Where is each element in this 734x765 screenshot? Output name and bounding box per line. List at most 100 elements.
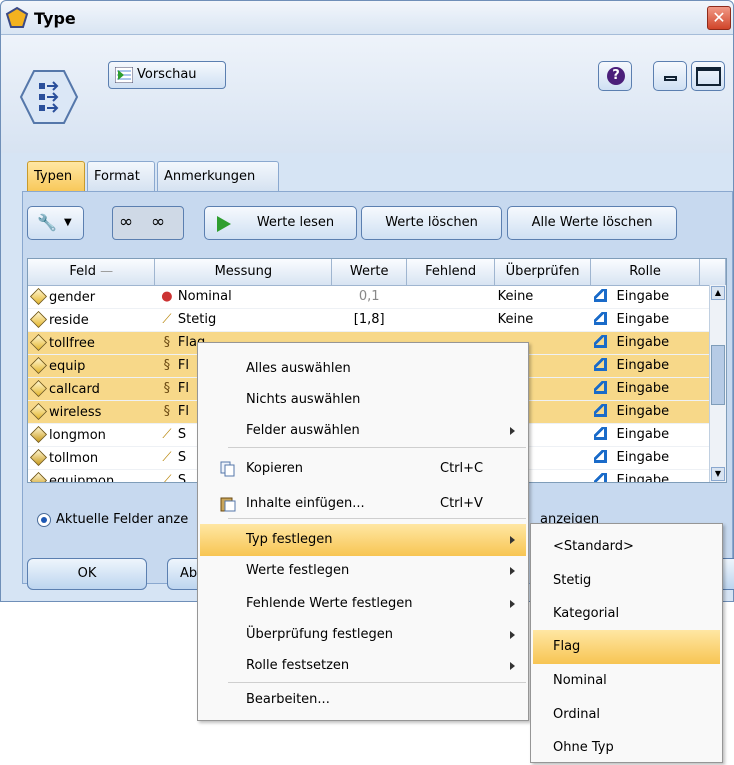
tools-dropdown-button[interactable]: 🔧 ▼ (27, 206, 84, 240)
measure-value: Fl (177, 358, 190, 373)
check-cell[interactable]: Keine (494, 285, 591, 309)
tab-typen[interactable]: Typen (27, 161, 85, 191)
measure-value: Fl (177, 381, 190, 396)
input-role-icon (593, 358, 607, 371)
field-cell[interactable]: tollmon (28, 446, 155, 470)
field-cell[interactable]: equip (28, 354, 155, 378)
field-name: wireless (49, 404, 102, 420)
read-values-button[interactable]: Werte lesen (204, 206, 357, 240)
column-header-field[interactable]: Feld — (28, 259, 156, 286)
string-field-icon (30, 333, 47, 351)
measure-cell[interactable]: ● Nominal (154, 285, 332, 309)
current-fields-radio[interactable] (37, 513, 51, 527)
role-cell[interactable]: Eingabe (590, 331, 700, 355)
string-field-icon (30, 402, 47, 420)
submenu-item[interactable]: <Standard> (533, 530, 720, 564)
menu-item-label: Überprüfung festlegen (246, 627, 393, 642)
context-menu-item[interactable]: Kopieren Ctrl+C (200, 453, 526, 485)
preview-button[interactable]: Vorschau (108, 61, 226, 89)
menu-item-shortcut: Ctrl+V (440, 496, 483, 511)
preview-icon (115, 67, 133, 83)
numeric-field-icon (30, 448, 47, 466)
role-cell[interactable]: Eingabe (590, 446, 700, 470)
numeric-field-icon (30, 425, 47, 443)
continuous-icon: ⟋ (162, 450, 172, 465)
help-button[interactable]: ? (598, 61, 632, 91)
values-cell[interactable]: 0,1 (331, 285, 407, 309)
role-cell[interactable]: Eingabe (590, 400, 700, 424)
field-cell[interactable]: callcard (28, 377, 155, 401)
context-menu-item[interactable]: Fehlende Werte festlegen (200, 588, 526, 620)
column-header-measure[interactable]: Messung (154, 259, 333, 286)
scroll-thumb[interactable] (711, 345, 725, 405)
menu-separator (228, 682, 526, 683)
role-cell[interactable]: Eingabe (590, 285, 700, 309)
menu-item-label: Fehlende Werte festlegen (246, 596, 413, 611)
context-menu-item[interactable]: Überprüfung festlegen (200, 619, 526, 651)
nominal-icon: ● (161, 289, 173, 304)
scroll-up-icon[interactable]: ▲ (711, 286, 725, 300)
role-value: Eingabe (616, 427, 670, 442)
table-scrollbar[interactable]: ▲ ▼ (709, 285, 726, 482)
column-header-values[interactable]: Werte (331, 259, 408, 286)
submenu-item[interactable]: Ohne Typ (533, 731, 720, 765)
context-menu-item[interactable]: Inhalte einfügen... Ctrl+V (200, 488, 526, 520)
role-cell[interactable]: Eingabe (590, 354, 700, 378)
context-menu-item[interactable]: Bearbeiten... (200, 684, 526, 716)
context-menu-item[interactable]: Felder auswählen (200, 415, 526, 447)
tab-format[interactable]: Format (87, 161, 155, 191)
table-row[interactable]: reside ⟋ Stetig [1,8] Keine Eingabe (28, 308, 726, 332)
paste-icon (220, 497, 236, 512)
field-name: equip (49, 358, 86, 374)
title-bar[interactable]: Type ✕ (1, 1, 733, 35)
tab-anmerkungen[interactable]: Anmerkungen (157, 161, 279, 191)
column-header-missing[interactable]: Fehlend (406, 259, 496, 286)
scroll-down-icon[interactable]: ▼ (711, 467, 725, 481)
ok-button[interactable]: OK (27, 558, 147, 590)
input-role-icon (593, 404, 607, 417)
values-cell[interactable]: [1,8] (331, 308, 407, 332)
table-row[interactable]: gender ● Nominal 0,1 Keine Eingabe (28, 285, 726, 309)
missing-cell[interactable] (406, 285, 495, 309)
role-cell[interactable]: Eingabe (590, 308, 700, 332)
field-cell[interactable]: equipmon (28, 469, 155, 482)
context-menu-item[interactable]: Typ festlegen (200, 524, 526, 556)
context-menu-item[interactable]: Nichts auswählen (200, 384, 526, 416)
check-cell[interactable]: Keine (494, 308, 591, 332)
close-button[interactable]: ✕ (707, 6, 731, 30)
measure-cell[interactable]: ⟋ Stetig (154, 308, 332, 332)
context-menu-item[interactable]: Werte festlegen (200, 555, 526, 587)
submenu-item[interactable]: Flag (533, 630, 720, 664)
clear-values-button[interactable]: Werte löschen (361, 206, 502, 240)
field-cell[interactable]: longmon (28, 423, 155, 447)
menu-item-label: Typ festlegen (246, 532, 333, 547)
context-menu-item[interactable]: Rolle festsetzen (200, 650, 526, 682)
field-cell[interactable]: gender (28, 285, 155, 309)
menu-item-label: Kopieren (246, 461, 303, 476)
minimize-button[interactable] (653, 61, 687, 91)
column-header-check[interactable]: Überprüfen (494, 259, 592, 286)
maximize-button[interactable] (691, 61, 725, 91)
menu-item-shortcut: Ctrl+C (440, 461, 484, 476)
column-header-role[interactable]: Rolle (590, 259, 700, 286)
role-value: Eingabe (616, 289, 670, 304)
role-cell[interactable]: Eingabe (590, 469, 700, 482)
view-toggle[interactable]: ∞ ∞ (112, 206, 184, 240)
role-cell[interactable]: Eingabe (590, 377, 700, 401)
clear-all-values-button[interactable]: Alle Werte löschen (507, 206, 677, 240)
submenu-item[interactable]: Ordinal (533, 698, 720, 732)
field-cell[interactable]: tollfree (28, 331, 155, 355)
string-field-icon (30, 356, 47, 374)
submenu-item[interactable]: Stetig (533, 564, 720, 598)
role-value: Eingabe (616, 404, 670, 419)
field-cell[interactable]: reside (28, 308, 155, 332)
submenu-item[interactable]: Kategorial (533, 597, 720, 631)
missing-cell[interactable] (406, 308, 495, 332)
field-cell[interactable]: wireless (28, 400, 155, 424)
menu-item-label: Rolle festsetzen (246, 658, 350, 673)
role-cell[interactable]: Eingabe (590, 423, 700, 447)
submenu-item[interactable]: Nominal (533, 664, 720, 698)
menu-item-label: Alles auswählen (246, 361, 351, 376)
context-menu-item[interactable]: Alles auswählen (200, 353, 526, 385)
type-submenu: <Standard> Stetig Kategorial Flag Nominal Ord… (530, 523, 723, 763)
